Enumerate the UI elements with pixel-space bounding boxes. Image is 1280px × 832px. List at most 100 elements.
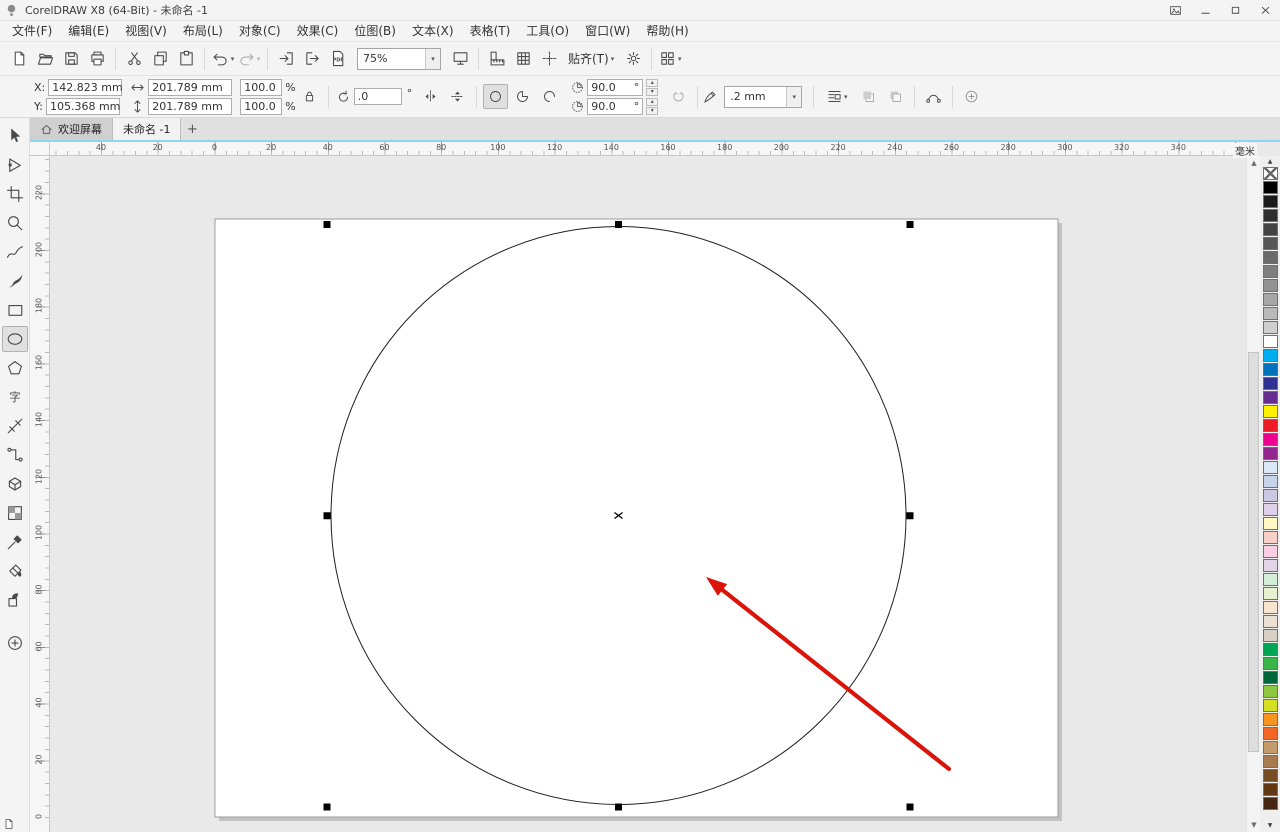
color-swatch[interactable]: [1263, 615, 1278, 628]
full-screen-preview-button[interactable]: [447, 46, 473, 72]
scroll-down-icon[interactable]: ▼: [1247, 818, 1261, 832]
scale-h-field[interactable]: 100.0: [240, 79, 282, 96]
redo-caret-icon[interactable]: ▾: [257, 55, 261, 63]
selection-handle[interactable]: [907, 804, 914, 811]
palette-scroll-up-icon[interactable]: ▲: [1268, 157, 1273, 167]
ruler-origin-corner[interactable]: [30, 142, 50, 156]
menu-item-11[interactable]: 帮助(H): [638, 21, 696, 42]
to-front-button[interactable]: [856, 84, 881, 109]
menu-item-1[interactable]: 编辑(E): [60, 21, 117, 42]
lock-ratio-button[interactable]: [297, 84, 322, 109]
color-swatch[interactable]: [1263, 279, 1278, 292]
tab-untitled-1[interactable]: 未命名 -1: [113, 118, 181, 140]
color-swatch[interactable]: [1263, 209, 1278, 222]
menu-item-4[interactable]: 对象(C): [231, 21, 289, 42]
object-x-field[interactable]: 142.823 mm: [48, 79, 122, 96]
close-button[interactable]: [1250, 0, 1280, 20]
print-button[interactable]: [84, 46, 110, 72]
options-button[interactable]: [620, 46, 646, 72]
color-swatch[interactable]: [1263, 321, 1278, 334]
show-grid-button[interactable]: [510, 46, 536, 72]
color-swatch[interactable]: [1263, 797, 1278, 810]
menu-item-8[interactable]: 表格(T): [462, 21, 519, 42]
color-swatch[interactable]: [1263, 447, 1278, 460]
color-swatch[interactable]: [1263, 307, 1278, 320]
color-swatch[interactable]: [1263, 251, 1278, 264]
color-swatch[interactable]: [1263, 489, 1278, 502]
color-swatch[interactable]: [1263, 419, 1278, 432]
import-button[interactable]: [273, 46, 299, 72]
color-swatch[interactable]: [1263, 713, 1278, 726]
convert-to-curves-button[interactable]: [921, 84, 946, 109]
object-height-field[interactable]: 201.789 mm: [148, 98, 232, 115]
start-angle-field[interactable]: 90.0°: [587, 79, 643, 96]
smart-fill-tool-button[interactable]: [2, 587, 28, 613]
save-document-button[interactable]: [58, 46, 84, 72]
redo-button[interactable]: ▾: [236, 46, 262, 72]
object-width-field[interactable]: 201.789 mm: [148, 79, 232, 96]
menu-item-7[interactable]: 文本(X): [404, 21, 462, 42]
color-swatch[interactable]: [1263, 657, 1278, 670]
menu-item-6[interactable]: 位图(B): [346, 21, 404, 42]
color-swatch[interactable]: [1263, 741, 1278, 754]
mirror-horizontal-button[interactable]: [418, 84, 443, 109]
menu-item-3[interactable]: 布局(L): [175, 21, 231, 42]
no-color-swatch[interactable]: [1263, 167, 1278, 180]
mirror-vertical-button[interactable]: [445, 84, 470, 109]
rotation-angle-field[interactable]: .0: [354, 88, 402, 105]
zoom-tool-button[interactable]: [2, 210, 28, 236]
color-swatch[interactable]: [1263, 363, 1278, 376]
color-swatch[interactable]: [1263, 461, 1278, 474]
artistic-media-tool-button[interactable]: [2, 268, 28, 294]
color-swatch[interactable]: [1263, 769, 1278, 782]
selection-handle[interactable]: [907, 512, 914, 519]
transparency-tool-button[interactable]: [2, 500, 28, 526]
color-swatch[interactable]: [1263, 685, 1278, 698]
ellipse-mode-button[interactable]: [483, 84, 508, 109]
rectangle-tool-button[interactable]: [2, 297, 28, 323]
cut-button[interactable]: [121, 46, 147, 72]
paste-button[interactable]: [173, 46, 199, 72]
color-swatch[interactable]: [1263, 503, 1278, 516]
start-angle-spinner[interactable]: ▴▾: [646, 79, 658, 96]
h-ruler[interactable]: 4020020406080100120140160180200220240260…: [50, 142, 1246, 156]
polygon-tool-button[interactable]: [2, 355, 28, 381]
new-document-button[interactable]: [6, 46, 32, 72]
extrude-tool-button[interactable]: [2, 471, 28, 497]
change-direction-button[interactable]: [666, 84, 691, 109]
connector-tool-button[interactable]: [2, 442, 28, 468]
snap-caret-icon[interactable]: ▾: [611, 55, 615, 63]
undo-caret-icon[interactable]: ▾: [231, 55, 235, 63]
arc-mode-button[interactable]: [537, 84, 562, 109]
titlebar-extra-button[interactable]: [1160, 0, 1190, 20]
wrap-text-caret-icon[interactable]: ▾: [844, 93, 848, 101]
color-swatch[interactable]: [1263, 265, 1278, 278]
color-swatch[interactable]: [1263, 405, 1278, 418]
pick-tool-button[interactable]: [2, 123, 28, 149]
to-back-button[interactable]: [883, 84, 908, 109]
palette-flyout-icon[interactable]: ▼: [1260, 820, 1280, 832]
crop-tool-button[interactable]: [2, 181, 28, 207]
color-swatch[interactable]: [1263, 545, 1278, 558]
color-swatch[interactable]: [1263, 643, 1278, 656]
new-tab-button[interactable]: +: [181, 118, 203, 140]
wrap-text-button[interactable]: ▾: [820, 84, 854, 109]
canvas-viewport[interactable]: [50, 156, 1246, 832]
text-tool-button[interactable]: [2, 384, 28, 410]
export-button[interactable]: [299, 46, 325, 72]
color-swatch[interactable]: [1263, 223, 1278, 236]
zoom-level-select[interactable]: 75%▾: [357, 48, 441, 70]
scroll-up-icon[interactable]: ▲: [1247, 156, 1261, 170]
menu-item-0[interactable]: 文件(F): [4, 21, 60, 42]
color-swatch[interactable]: [1263, 517, 1278, 530]
snap-to-menu[interactable]: 贴齐(T)▾: [562, 46, 620, 72]
tab-welcome-screen[interactable]: 欢迎屏幕: [30, 118, 113, 140]
selection-handle[interactable]: [907, 221, 914, 228]
color-eyedropper-tool-button[interactable]: [2, 529, 28, 555]
color-swatch[interactable]: [1263, 391, 1278, 404]
menu-item-2[interactable]: 视图(V): [117, 21, 175, 42]
vertical-scrollbar[interactable]: ▲ ▼: [1246, 156, 1260, 832]
interactive-fill-tool-button[interactable]: [2, 558, 28, 584]
scale-v-field[interactable]: 100.0: [240, 98, 282, 115]
maximize-button[interactable]: [1220, 0, 1250, 20]
